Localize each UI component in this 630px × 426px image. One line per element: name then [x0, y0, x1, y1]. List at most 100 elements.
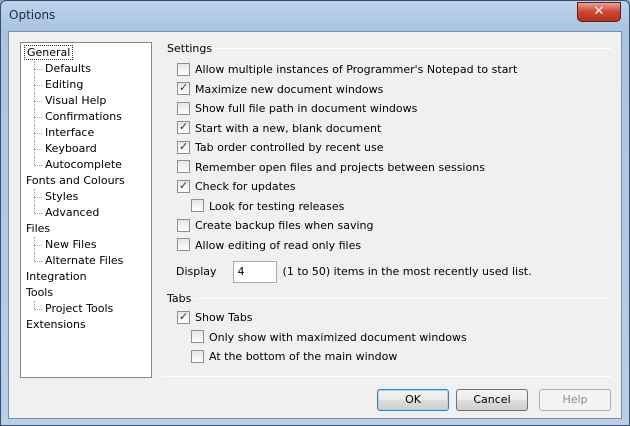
title-bar[interactable]: Options ✕	[1, 1, 629, 31]
tree-item-alternate-files[interactable]: Alternate Files	[43, 253, 125, 269]
checkbox-unchecked[interactable]	[191, 349, 204, 363]
option-label: Start with a new, blank document	[195, 121, 382, 135]
option-remember-open-files-and-projects-between[interactable]: Remember open files and projects between…	[177, 160, 485, 177]
tree-item-confirmations[interactable]: Confirmations	[43, 109, 124, 125]
tree-item-advanced[interactable]: Advanced	[43, 205, 101, 221]
tree-item-styles[interactable]: Styles	[43, 189, 80, 205]
option-label: Remember open files and projects between…	[195, 160, 485, 174]
tree-item-fonts-and-colours[interactable]: Fonts and Colours	[24, 173, 127, 189]
tree-item-label: Files	[26, 222, 51, 235]
option-label: Only show with maximized document window…	[209, 330, 467, 344]
checkbox-unchecked[interactable]	[177, 101, 190, 115]
tree-connector	[34, 117, 42, 118]
option-start-with-a-new-blank-document[interactable]: Start with a new, blank document	[177, 120, 382, 138]
option-label: At the bottom of the main window	[209, 350, 398, 363]
tree-connector	[34, 189, 35, 205]
mru-count-input[interactable]: 4	[232, 261, 277, 283]
tree-connector	[34, 205, 35, 213]
tree-item-label: New Files	[45, 238, 97, 251]
tree-item-defaults[interactable]: Defaults	[43, 61, 93, 77]
checkbox-unchecked[interactable]	[177, 218, 190, 232]
option-check-for-updates[interactable]: Check for updates	[177, 179, 296, 196]
tree-item-autocomplete[interactable]: Autocomplete	[43, 157, 124, 173]
checkbox-checked[interactable]	[177, 179, 190, 193]
tree-connector	[34, 237, 35, 253]
option-label: Show full file path in document windows	[195, 102, 418, 115]
tree-item-editing[interactable]: Editing	[43, 77, 85, 93]
checkbox-checked[interactable]	[177, 81, 190, 95]
tree-item-extensions[interactable]: Extensions	[24, 317, 88, 333]
tree-connector	[34, 213, 42, 214]
tree-connector	[34, 93, 35, 109]
close-button[interactable]: ✕	[577, 2, 621, 22]
tree-item-project-tools[interactable]: Project Tools	[43, 301, 115, 317]
tree-connector	[34, 125, 35, 141]
tree-item-label: Autocomplete	[45, 158, 122, 171]
checkbox-unchecked[interactable]	[191, 330, 204, 343]
tree-item-label: Defaults	[45, 62, 91, 75]
tree-item-label: Integration	[26, 270, 87, 283]
option-label: Check for updates	[195, 180, 296, 193]
option-allow-editing-of-read-only-files[interactable]: Allow editing of read only files	[177, 238, 362, 255]
tree-connector	[34, 141, 35, 157]
settings-group-title: Settings	[167, 42, 213, 55]
option-create-backup-files-when-saving[interactable]: Create backup files when saving	[177, 218, 374, 235]
tree-connector	[34, 261, 42, 262]
tree-item-label: Tools	[26, 286, 54, 299]
tree-connector	[34, 165, 42, 166]
checkbox-unchecked[interactable]	[177, 160, 190, 173]
checkbox-unchecked[interactable]	[177, 62, 190, 76]
tree-connector	[34, 301, 35, 309]
tree-connector	[34, 109, 35, 125]
button-divider	[162, 376, 611, 377]
checkbox-checked[interactable]	[177, 120, 190, 134]
tree-connector	[34, 69, 42, 70]
tree-item-general[interactable]: General	[24, 45, 74, 61]
tree-item-label: Keyboard	[45, 142, 97, 155]
tree-item-files[interactable]: Files	[24, 221, 52, 237]
tree-connector	[34, 149, 42, 150]
checkbox-unchecked[interactable]	[177, 238, 190, 251]
tree-item-interface[interactable]: Interface	[43, 125, 96, 141]
tree-connector	[34, 245, 42, 246]
tabs-group-divider	[195, 298, 611, 299]
ok-button[interactable]: OK	[377, 389, 449, 411]
tree-connector	[34, 101, 42, 102]
option-show-full-file-path-in-document-windows[interactable]: Show full file path in document windows	[177, 101, 418, 118]
checkbox-unchecked[interactable]	[191, 199, 204, 212]
checkbox-checked[interactable]	[177, 310, 190, 324]
option-label: Allow multiple instances of Programmer's…	[195, 63, 518, 76]
option-maximize-new-document-windows[interactable]: Maximize new document windows	[177, 81, 384, 99]
option-label: Maximize new document windows	[195, 82, 384, 96]
tree-item-visual-help[interactable]: Visual Help	[43, 93, 108, 109]
option-tab-order-controlled-by-recent-use[interactable]: Tab order controlled by recent use	[177, 140, 383, 157]
tree-item-label: Project Tools	[45, 302, 114, 315]
options-category-tree[interactable]: General Defaults Editing Visual Help Confirm…	[20, 42, 152, 378]
tree-item-label: Advanced	[45, 206, 100, 219]
option-label: Show Tabs	[195, 311, 253, 324]
tree-item-label: Interface	[45, 126, 95, 139]
option-label: Create backup files when saving	[195, 219, 374, 232]
cancel-button[interactable]: Cancel	[456, 389, 528, 411]
option-label: Allow editing of read only files	[195, 238, 362, 252]
tree-connector	[34, 77, 35, 93]
option-only-show-with-maximized-document-window[interactable]: Only show with maximized document window…	[191, 330, 467, 347]
option-at-the-bottom-of-the-main-window[interactable]: At the bottom of the main window	[191, 349, 398, 366]
option-allow-multiple-instances-of-programmer-s[interactable]: Allow multiple instances of Programmer's…	[177, 62, 518, 79]
tree-item-new-files[interactable]: New Files	[43, 237, 99, 253]
mru-setting: Display 4 (1 to 50) items in the most rece…	[176, 261, 532, 283]
tree-item-label: Alternate Files	[45, 254, 124, 267]
tree-item-keyboard[interactable]: Keyboard	[43, 141, 99, 157]
tree-connector	[34, 133, 42, 134]
window-title: Options	[9, 8, 56, 22]
help-button[interactable]: Help	[539, 389, 611, 411]
checkbox-checked[interactable]	[177, 140, 190, 154]
tree-item-label: Styles	[45, 190, 79, 203]
tree-connector	[34, 85, 42, 86]
tree-item-label: Confirmations	[45, 110, 122, 123]
tree-item-tools[interactable]: Tools	[24, 285, 55, 301]
tree-item-integration[interactable]: Integration	[24, 269, 89, 285]
option-show-tabs[interactable]: Show Tabs	[177, 310, 253, 327]
option-label: Look for testing releases	[209, 199, 345, 213]
option-look-for-testing-releases[interactable]: Look for testing releases	[191, 199, 345, 216]
